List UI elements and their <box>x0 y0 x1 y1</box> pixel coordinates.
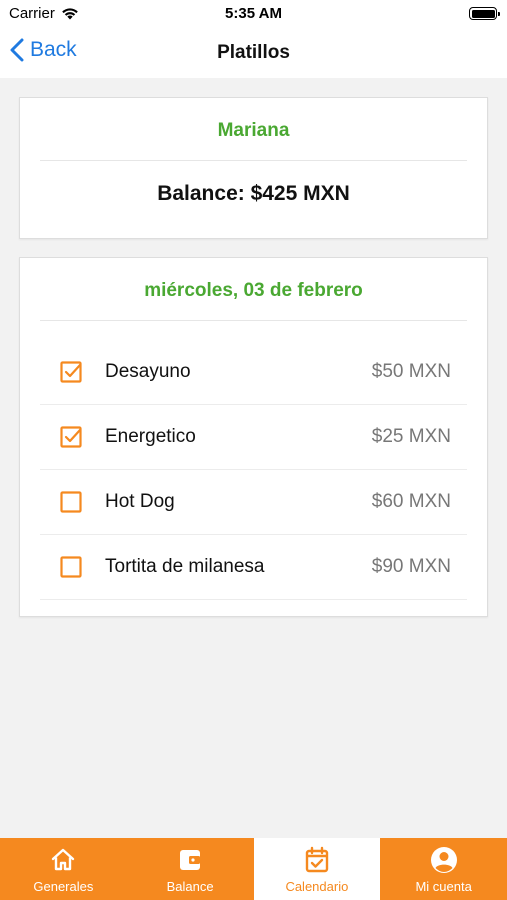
account-circle-icon <box>430 846 458 874</box>
wallet-icon <box>176 846 204 874</box>
dish-price: $60 MXN <box>371 491 451 512</box>
divider <box>40 160 467 161</box>
divider <box>40 320 467 321</box>
dish-item[interactable]: Tortita de milanesa $90 MXN <box>40 535 467 600</box>
dish-price: $50 MXN <box>371 361 451 382</box>
checkbox-checked-icon[interactable] <box>60 361 82 383</box>
tab-label: Calendario <box>285 879 349 894</box>
battery-icon <box>469 7 500 20</box>
tab-calendario[interactable]: Calendario <box>253 838 381 900</box>
tab-label: Generales <box>33 879 94 894</box>
user-name: Mariana <box>217 120 290 141</box>
home-icon <box>49 846 77 874</box>
user-balance-card: Mariana Balance: $425 MXN <box>19 97 488 239</box>
dish-price: $90 MXN <box>371 556 451 577</box>
tab-bar: Generales Balance Calendario Mi cuenta <box>0 838 507 900</box>
calendar-check-icon <box>303 846 331 874</box>
dish-name: Tortita de milanesa <box>105 556 265 577</box>
page-title: Platillos <box>217 42 290 63</box>
checkbox-checked-icon[interactable] <box>60 426 82 448</box>
balance-label: Balance: $425 MXN <box>157 182 350 205</box>
dish-name: Energetico <box>105 426 196 447</box>
dish-item[interactable]: Desayuno $50 MXN <box>40 340 467 405</box>
tab-label: Balance <box>166 879 214 894</box>
checkbox-unchecked-icon[interactable] <box>60 491 82 513</box>
checkbox-unchecked-icon[interactable] <box>60 556 82 578</box>
tab-balance[interactable]: Balance <box>126 838 254 900</box>
dish-list: Desayuno $50 MXN Energetico $25 MXN Hot … <box>40 340 467 600</box>
menu-card: miércoles, 03 de febrero Desayuno $50 MX… <box>19 257 488 617</box>
status-time: 5:35 AM <box>225 5 282 22</box>
tab-label: Mi cuenta <box>415 879 472 894</box>
dish-price: $25 MXN <box>371 426 451 447</box>
dish-name: Hot Dog <box>105 491 175 512</box>
tab-generales[interactable]: Generales <box>0 838 127 900</box>
tab-mi-cuenta[interactable]: Mi cuenta <box>380 838 507 900</box>
dish-name: Desayuno <box>105 361 191 382</box>
navigation-bar: Back Platillos <box>0 28 507 78</box>
dish-item[interactable]: Energetico $25 MXN <box>40 405 467 470</box>
menu-date: miércoles, 03 de febrero <box>144 280 363 301</box>
status-bar: Carrier 5:35 AM <box>0 0 507 28</box>
dish-item[interactable]: Hot Dog $60 MXN <box>40 470 467 535</box>
